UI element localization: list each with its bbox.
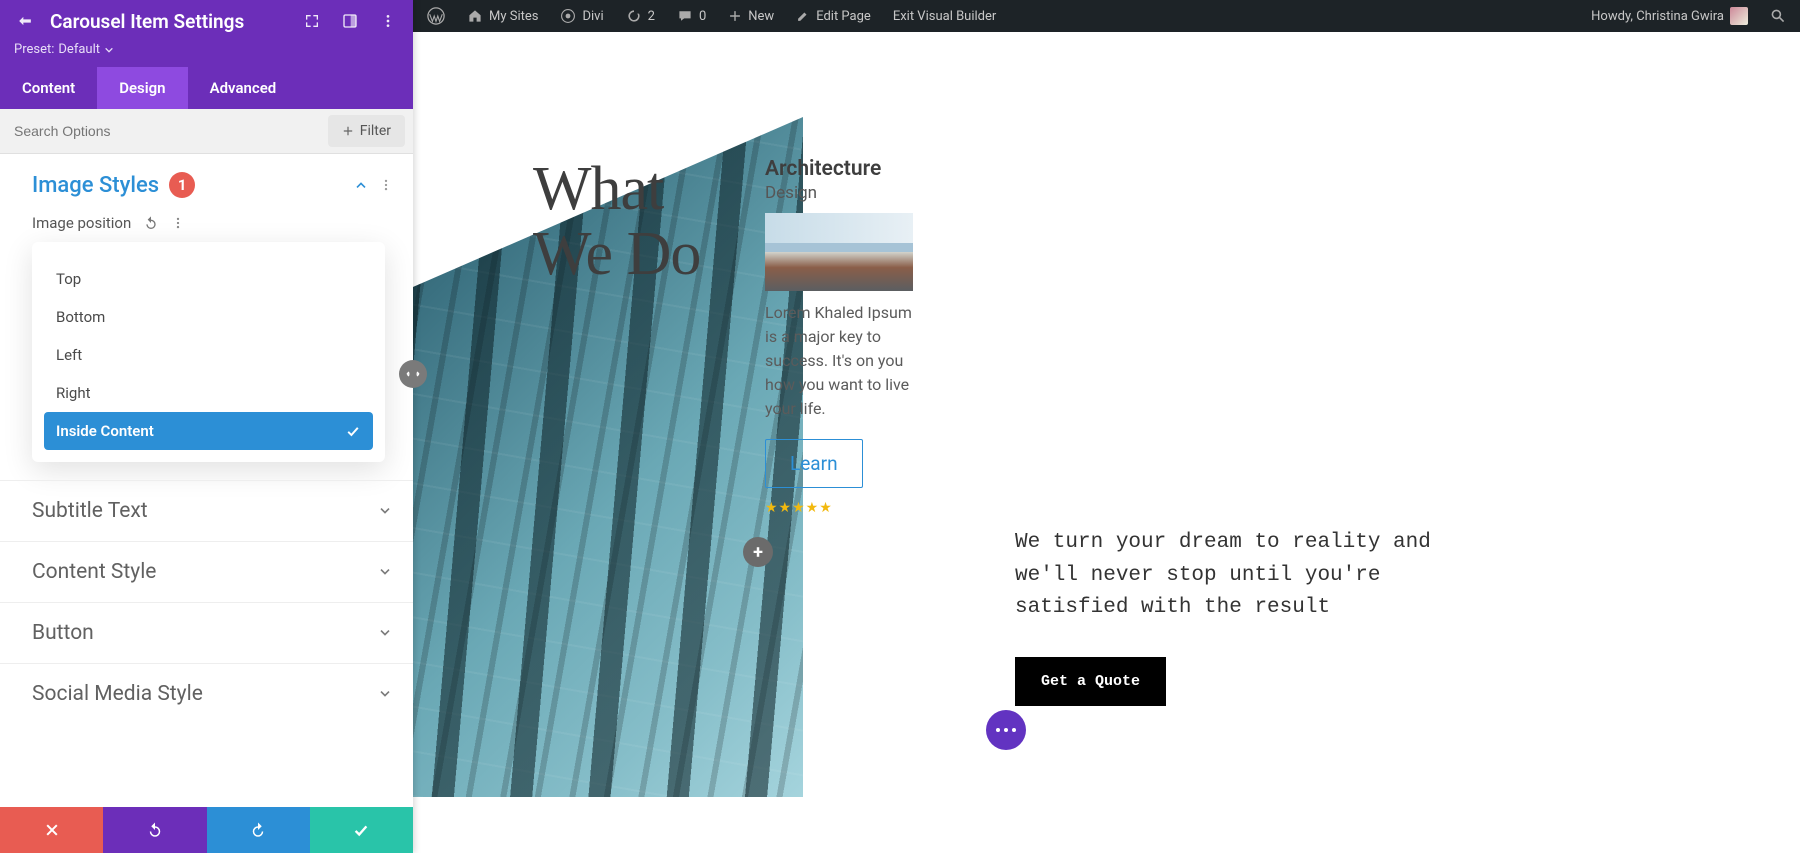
undo-button[interactable]: [103, 807, 206, 853]
search-input[interactable]: [0, 111, 320, 151]
redo-button[interactable]: [207, 807, 310, 853]
option-left[interactable]: Left: [44, 336, 373, 374]
card-image: [765, 213, 913, 291]
section-button[interactable]: Button: [0, 602, 413, 663]
preset-selector[interactable]: Preset: Default: [0, 42, 413, 67]
option-inside-content-label: Inside Content: [56, 422, 154, 440]
section-content-style[interactable]: Content Style: [0, 541, 413, 602]
section-social-media-style[interactable]: Social Media Style: [0, 663, 413, 724]
avatar: [1730, 7, 1748, 25]
wp-logo[interactable]: [419, 0, 453, 32]
tab-design[interactable]: Design: [97, 67, 187, 109]
section-label: Content Style: [32, 560, 156, 584]
resize-handle[interactable]: [399, 360, 427, 388]
settings-panel: Carousel Item Settings Preset: Default C…: [0, 0, 413, 853]
card-subtitle: Design: [765, 183, 925, 203]
divi-link[interactable]: Divi: [552, 0, 611, 32]
tabs: Content Design Advanced: [0, 67, 413, 109]
chevron-down-icon: [377, 564, 393, 580]
new-label: New: [748, 9, 774, 24]
chevron-down-icon: [377, 625, 393, 641]
option-inside-content[interactable]: Inside Content: [44, 412, 373, 450]
my-sites-link[interactable]: My Sites: [459, 0, 546, 32]
panel-title: Carousel Item Settings: [50, 10, 287, 33]
preset-value: Default: [58, 42, 100, 57]
back-button[interactable]: [12, 8, 38, 34]
section-label: Social Media Style: [32, 682, 203, 706]
snap-button[interactable]: [337, 8, 363, 34]
section-subtitle-text[interactable]: Subtitle Text: [0, 480, 413, 541]
panel-header: Carousel Item Settings Preset: Default C…: [0, 0, 413, 109]
plus-icon: [342, 125, 354, 137]
filter-button[interactable]: Filter: [328, 115, 405, 147]
updates-count: 2: [648, 9, 655, 24]
wp-admin-bar: My Sites Divi 2 0 New Edit Page Exit Vis…: [413, 0, 1800, 32]
heading-line1: What: [533, 155, 663, 223]
section-image-styles[interactable]: Image Styles 1: [0, 154, 413, 210]
section-more-icon[interactable]: [379, 178, 393, 192]
check-icon: [345, 423, 361, 439]
field-more-icon[interactable]: [171, 216, 185, 230]
section-label: Subtitle Text: [32, 499, 148, 523]
edit-page-link[interactable]: Edit Page: [788, 0, 879, 32]
panel-footer: [0, 807, 413, 853]
divi-label: Divi: [582, 9, 603, 24]
option-top[interactable]: Top: [44, 260, 373, 298]
search-row: Filter: [0, 109, 413, 154]
new-link[interactable]: New: [720, 0, 782, 32]
cancel-button[interactable]: [0, 807, 103, 853]
expand-button[interactable]: [299, 8, 325, 34]
exit-vb-label: Exit Visual Builder: [893, 9, 996, 24]
hero-text: We turn your dream to reality and we'll …: [1015, 527, 1445, 625]
card-title: Architecture: [765, 157, 925, 181]
heading-line2: We Do: [533, 220, 700, 288]
comments-link[interactable]: 0: [669, 0, 714, 32]
option-right[interactable]: Right: [44, 374, 373, 412]
filter-label: Filter: [360, 123, 391, 139]
card-body: Lorem Khaled Ipsum is a major key to suc…: [765, 301, 925, 421]
chevron-down-icon: [377, 503, 393, 519]
my-sites-label: My Sites: [489, 9, 538, 24]
exit-vb-link[interactable]: Exit Visual Builder: [885, 0, 1004, 32]
learn-button[interactable]: Learn: [765, 439, 863, 488]
tab-content[interactable]: Content: [0, 67, 97, 109]
field-image-position: Image position: [0, 210, 413, 242]
updates-link[interactable]: 2: [618, 0, 663, 32]
badge-1: 1: [169, 172, 195, 198]
chevron-down-icon: [377, 686, 393, 702]
chevron-down-icon: [104, 45, 114, 55]
section-title: Image Styles: [32, 173, 159, 198]
search-icon[interactable]: [1762, 8, 1794, 24]
add-module-button[interactable]: +: [743, 537, 773, 567]
tab-advanced[interactable]: Advanced: [188, 67, 299, 109]
chevron-up-icon: [353, 177, 369, 193]
section-label: Button: [32, 621, 94, 645]
save-button[interactable]: [310, 807, 413, 853]
account-link[interactable]: Howdy, Christina Gwira: [1583, 0, 1756, 32]
howdy-label: Howdy, Christina Gwira: [1591, 9, 1724, 24]
reset-icon[interactable]: [143, 215, 159, 231]
comments-count: 0: [699, 9, 706, 24]
option-bottom[interactable]: Bottom: [44, 298, 373, 336]
page-canvas: What We Do Architecture Design Lorem Kha…: [413, 32, 1800, 853]
image-position-dropdown: Top Bottom Left Right Inside Content: [32, 242, 385, 462]
more-button[interactable]: [375, 8, 401, 34]
feature-card: Architecture Design Lorem Khaled Ipsum i…: [765, 157, 925, 516]
fab-button[interactable]: [986, 710, 1026, 750]
edit-page-label: Edit Page: [816, 9, 871, 24]
get-quote-button[interactable]: Get a Quote: [1015, 657, 1166, 706]
page-heading: What We Do: [533, 157, 700, 287]
star-rating: ★★★★★: [765, 500, 925, 516]
panel-body: Image Styles 1 Image position Top Bottom…: [0, 154, 413, 807]
field-label-text: Image position: [32, 214, 131, 232]
preset-label: Preset:: [14, 42, 54, 57]
